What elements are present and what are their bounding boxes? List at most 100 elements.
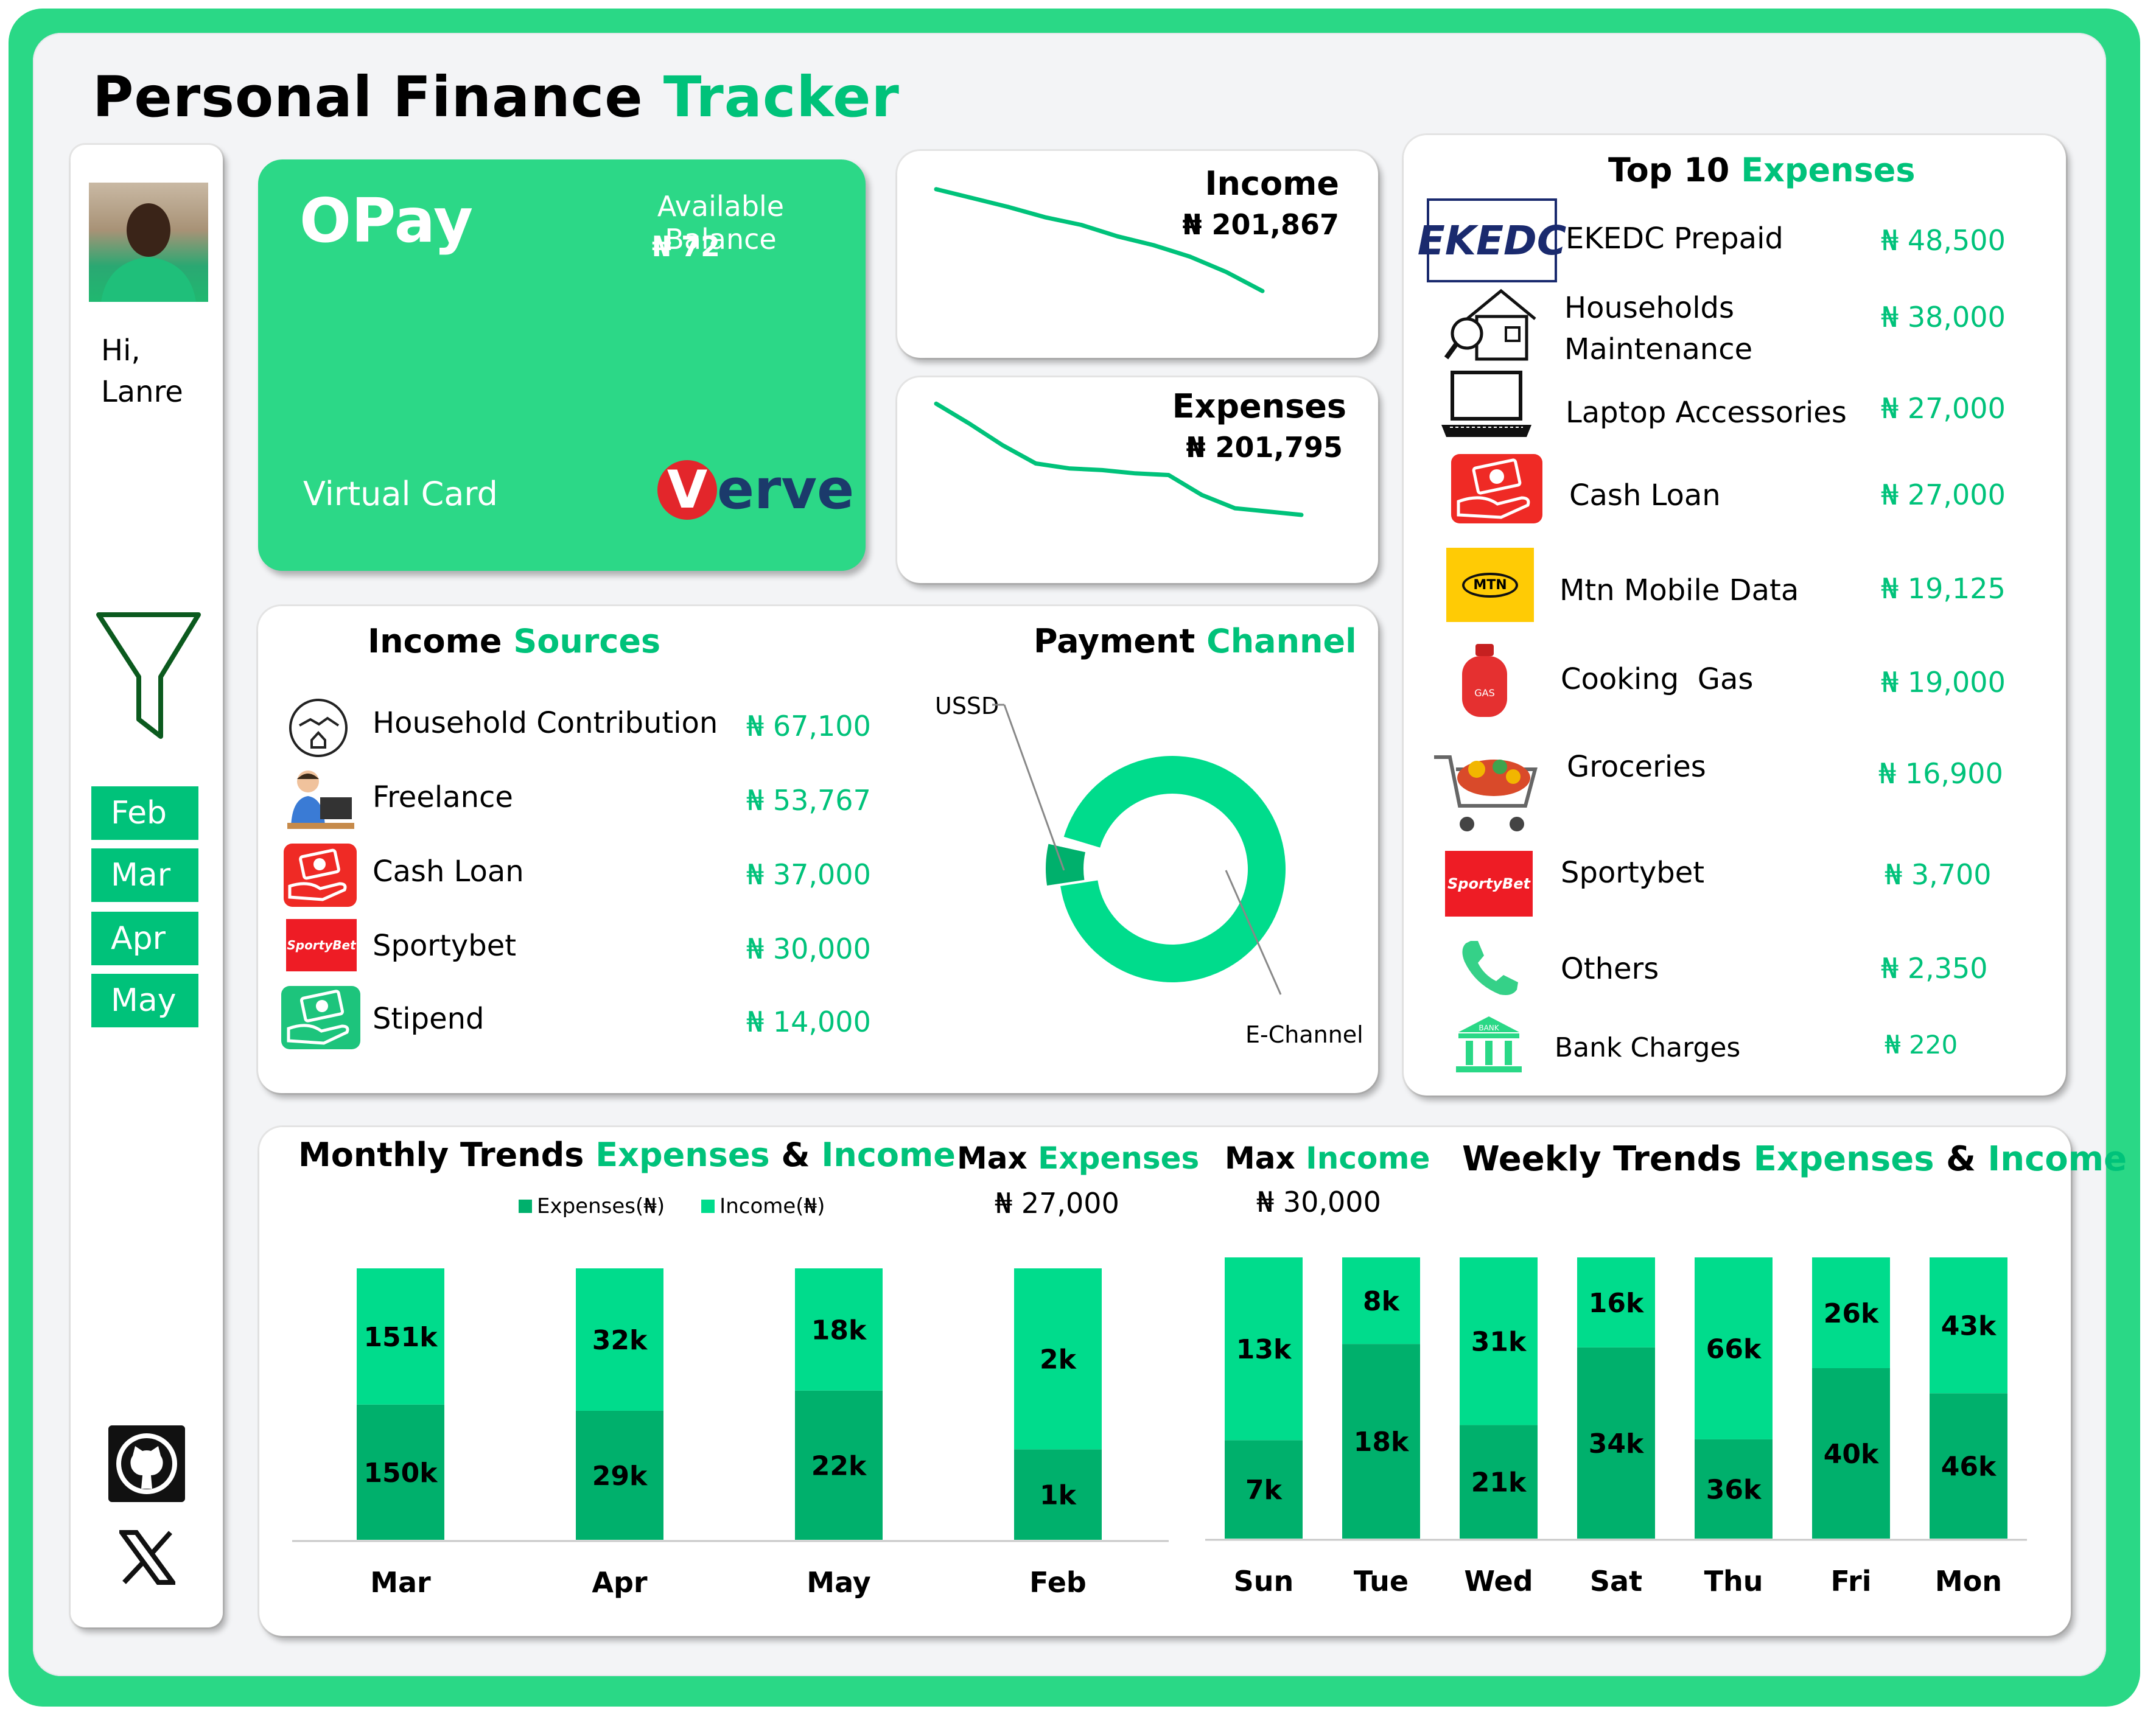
avatar bbox=[89, 183, 208, 302]
github-icon[interactable] bbox=[108, 1425, 185, 1502]
bar-label-expenses: 7k bbox=[1245, 1475, 1283, 1506]
category-label: Apr bbox=[592, 1566, 648, 1599]
payment-channel-title-2: Channel bbox=[1206, 622, 1357, 660]
bank-icon-label: BANK bbox=[1479, 1024, 1499, 1032]
bar-label-expenses: 22k bbox=[811, 1450, 867, 1481]
expense-value: ₦ 27,000 bbox=[1881, 478, 2006, 511]
card-brand: OPay bbox=[299, 185, 474, 256]
month-button-mar[interactable]: Mar bbox=[91, 848, 198, 902]
verve-logo-v: V bbox=[657, 460, 717, 520]
expense-label: Mtn Mobile Data bbox=[1559, 573, 1799, 607]
ekedc-logo: EKEDC bbox=[1418, 198, 1566, 282]
donut-slice-e-channel bbox=[1060, 756, 1286, 982]
weekly-title-2: Expenses bbox=[1753, 1139, 1934, 1179]
filter-funnel-icon[interactable] bbox=[95, 611, 202, 743]
category-label: Wed bbox=[1464, 1565, 1533, 1598]
greeting-name: Lanre bbox=[101, 375, 183, 409]
bar-label-income: 43k bbox=[1941, 1311, 1997, 1342]
computer-worker-icon bbox=[284, 768, 357, 831]
expense-label: Bank Charges bbox=[1555, 1032, 1741, 1063]
category-label: May bbox=[807, 1566, 870, 1599]
bar-label-expenses: 21k bbox=[1471, 1467, 1527, 1498]
donut-slice-ussd bbox=[1046, 844, 1085, 886]
weekly-title-1: Weekly Trends bbox=[1462, 1139, 1742, 1179]
expense-label: Cash Loan bbox=[1569, 478, 1721, 512]
bar-label-expenses: 40k bbox=[1824, 1439, 1880, 1470]
weekly-title-amp: & bbox=[1946, 1139, 1976, 1179]
sportybet-logo-text: SportyBet bbox=[287, 938, 356, 952]
monthly-legend: Expenses(₦) Income(₦) bbox=[519, 1194, 825, 1218]
expense-value: ₦ 48,500 bbox=[1881, 224, 2006, 257]
shopping-cart-icon bbox=[1428, 739, 1544, 836]
top-expenses-title-2: Expenses bbox=[1741, 151, 1916, 189]
income-source-label: Cash Loan bbox=[373, 855, 524, 889]
expense-label: Laptop Accessories bbox=[1566, 396, 1847, 430]
expense-value: ₦ 2,350 bbox=[1881, 952, 1988, 985]
expense-value: ₦ 27,000 bbox=[1881, 392, 2006, 425]
bar-label-income: 26k bbox=[1824, 1298, 1880, 1329]
expenses-trend-sparkline bbox=[934, 401, 1304, 517]
monthly-title-amp: & bbox=[781, 1136, 810, 1174]
payment-channel-donut bbox=[992, 704, 1286, 995]
top-expenses-title: Top 10 Expenses bbox=[1608, 151, 1916, 189]
max-expenses-label-1: Max bbox=[957, 1141, 1027, 1176]
bar-label-income: 66k bbox=[1706, 1333, 1762, 1365]
monthly-title-3: Income bbox=[821, 1136, 956, 1174]
bar-label-income: 8k bbox=[1363, 1286, 1401, 1317]
sportybet-logo: SportyBet bbox=[1445, 851, 1533, 917]
income-source-label: Stipend bbox=[373, 1002, 485, 1036]
category-label: Sun bbox=[1234, 1565, 1294, 1598]
bar-label-expenses: 36k bbox=[1706, 1474, 1762, 1505]
bar-label-income: 2k bbox=[1040, 1344, 1077, 1375]
category-label: Feb bbox=[1029, 1566, 1087, 1599]
page-title-main: Personal Finance bbox=[93, 65, 643, 130]
expense-label: Cooking Gas bbox=[1561, 662, 1754, 696]
page-title: Personal Finance Tracker bbox=[93, 65, 900, 130]
weekly-title-3: Income bbox=[1987, 1139, 2127, 1179]
bar-label-income: 32k bbox=[592, 1325, 648, 1356]
sportybet-logo: SportyBet bbox=[286, 919, 357, 971]
month-button-feb[interactable]: Feb bbox=[91, 786, 198, 840]
max-expenses-value: ₦ 27,000 bbox=[995, 1187, 1119, 1220]
ekedc-logo-text: EKEDC bbox=[1417, 217, 1567, 264]
expense-value: ₦ 220 bbox=[1885, 1030, 1958, 1060]
month-button-apr[interactable]: Apr bbox=[91, 912, 198, 965]
max-expenses-label-2: Expenses bbox=[1038, 1141, 1200, 1176]
gas-cylinder-label: GAS bbox=[1474, 687, 1495, 699]
income-source-value: ₦ 14,000 bbox=[746, 1005, 871, 1038]
max-income-label-2: Income bbox=[1306, 1141, 1430, 1176]
page-title-accent: Tracker bbox=[663, 65, 900, 130]
cash-hand-icon bbox=[284, 844, 357, 907]
expense-label-line2: Maintenance bbox=[1564, 332, 1753, 366]
legend-expenses: Expenses(₦) bbox=[519, 1194, 665, 1218]
income-trend-sparkline bbox=[934, 187, 1265, 293]
bar-label-income: 31k bbox=[1471, 1327, 1527, 1358]
legend-income: Income(₦) bbox=[701, 1194, 825, 1218]
payment-channel-title-1: Payment bbox=[1034, 622, 1195, 660]
category-label: Mar bbox=[370, 1566, 431, 1599]
month-button-may[interactable]: May bbox=[91, 974, 198, 1027]
category-label: Mon bbox=[1935, 1565, 2002, 1598]
income-source-value: ₦ 53,767 bbox=[746, 784, 871, 817]
income-sources-title-1: Income bbox=[368, 622, 502, 660]
max-expenses-label: Max Expenses bbox=[957, 1141, 1199, 1176]
income-source-label: Sportybet bbox=[373, 929, 517, 963]
expense-label: Groceries bbox=[1567, 750, 1706, 784]
bar-label-income: 13k bbox=[1236, 1334, 1292, 1365]
category-label: Tue bbox=[1354, 1565, 1409, 1598]
expense-value: ₦ 19,000 bbox=[1881, 666, 2006, 699]
max-income-label: Max Income bbox=[1225, 1141, 1430, 1176]
income-source-value: ₦ 37,000 bbox=[746, 858, 871, 891]
income-source-label: Household Contribution bbox=[373, 706, 718, 740]
category-label: Sat bbox=[1590, 1565, 1642, 1598]
expense-label: EKEDC Prepaid bbox=[1566, 222, 1783, 256]
x-twitter-icon[interactable] bbox=[117, 1530, 178, 1587]
bar-label-expenses: 150k bbox=[363, 1458, 438, 1489]
expense-label: Sportybet bbox=[1561, 856, 1705, 890]
mtn-logo: MTN bbox=[1446, 548, 1534, 622]
bar-label-income: 18k bbox=[811, 1315, 867, 1346]
bar-label-expenses: 29k bbox=[592, 1461, 648, 1492]
expense-label: Households bbox=[1564, 291, 1735, 325]
ussd-leader-line bbox=[1003, 704, 1065, 871]
greeting-hi: Hi, bbox=[101, 334, 141, 368]
